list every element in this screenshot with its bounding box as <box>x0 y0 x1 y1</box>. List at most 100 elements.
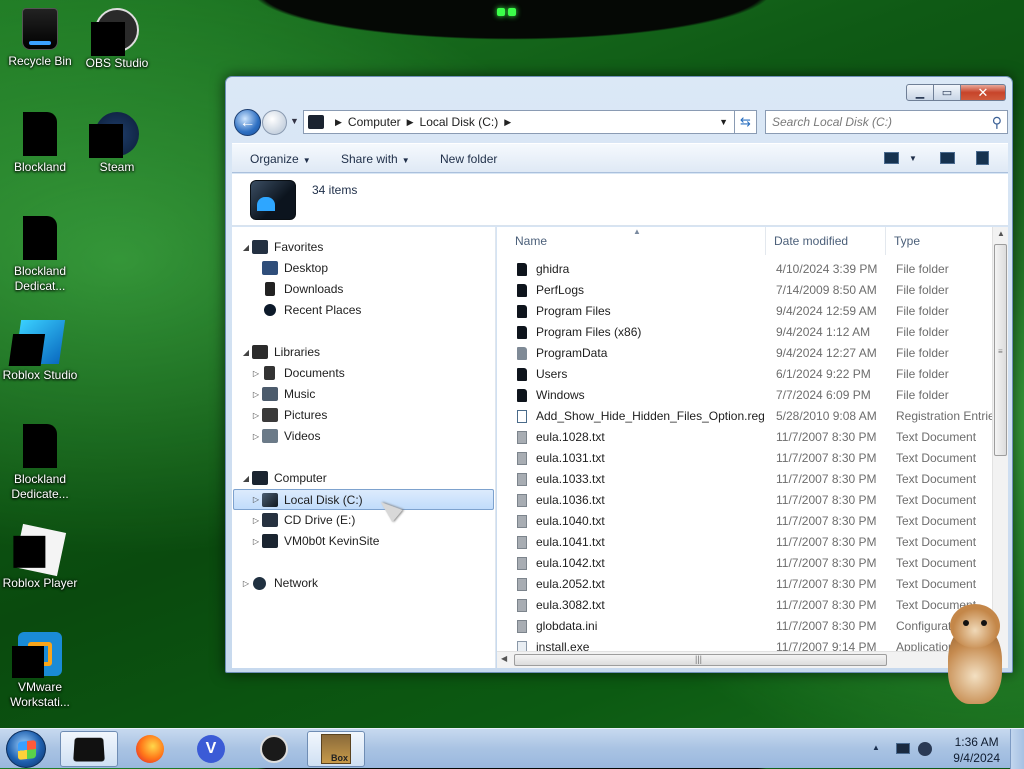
explorer-window[interactable]: ▁ ▭ ✕ ← ▼ ▶ Computer ▶ Local Disk (C:) ▶… <box>225 76 1013 673</box>
desktop-icon-blockland-dedicated[interactable]: Blockland Dedicat... <box>0 216 80 294</box>
nav-local-disk[interactable]: ▷ Local Disk (C:) <box>233 489 494 510</box>
collapse-icon[interactable]: ▷ <box>250 537 262 546</box>
forward-button[interactable] <box>262 110 287 135</box>
desktop-icon-blockland[interactable]: Blockland <box>0 112 80 175</box>
column-header-type[interactable]: Type <box>886 227 992 255</box>
scroll-up-icon[interactable]: ▲ <box>997 229 1005 238</box>
desktop-icon-recycle-bin[interactable]: Recycle Bin <box>0 8 80 69</box>
vertical-scrollbar[interactable]: ▲ ≡ <box>992 227 1008 668</box>
organize-button[interactable]: Organize ▼ <box>250 152 311 166</box>
folder-icon <box>517 368 527 381</box>
nav-favorites[interactable]: ◢ Favorites <box>240 240 323 254</box>
desktop-icon-vmware-workstation[interactable]: VMware Workstati... <box>0 632 80 710</box>
desktop-icon-blockland-dedicated-2[interactable]: Blockland Dedicate... <box>0 424 80 502</box>
file-row[interactable]: Program Files (x86) 9/4/2024 1:12 AM File … <box>497 322 992 343</box>
collapse-icon[interactable]: ▷ <box>250 411 262 420</box>
nav-desktop[interactable]: Desktop <box>262 261 328 275</box>
file-row[interactable]: Windows 7/7/2024 6:09 PM File folder <box>497 385 992 406</box>
desktop-icon-steam[interactable]: Steam <box>77 112 157 175</box>
nav-cd-drive[interactable]: ▷ CD Drive (E:) <box>250 513 355 527</box>
search-icon[interactable]: ⚲ <box>992 111 1002 133</box>
search-input[interactable]: Search Local Disk (C:) ⚲ <box>765 110 1008 134</box>
expand-icon[interactable]: ◢ <box>240 243 252 252</box>
taskbar-box-app[interactable]: Box <box>307 731 365 767</box>
nav-downloads[interactable]: Downloads <box>262 282 343 296</box>
nav-videos[interactable]: ▷ Videos <box>250 429 320 443</box>
minimize-button[interactable]: ▁ <box>906 84 934 101</box>
breadcrumb-chevron-icon[interactable]: ▶ <box>407 117 414 128</box>
address-bar[interactable]: ▶ Computer ▶ Local Disk (C:) ▶ ▼ <box>303 110 735 134</box>
change-view-icon[interactable] <box>884 152 899 164</box>
nav-recent-places[interactable]: Recent Places <box>262 303 361 317</box>
view-options-dropdown[interactable]: ▼ <box>909 154 917 163</box>
address-dropdown-icon[interactable]: ▼ <box>719 117 728 127</box>
preview-pane-icon[interactable] <box>940 152 955 164</box>
file-row[interactable]: eula.1041.txt 11/7/2007 8:30 PM Text Docum… <box>497 532 992 553</box>
show-desktop-button[interactable] <box>1010 729 1024 769</box>
file-icon <box>517 494 527 507</box>
file-date-modified: 6/1/2024 9:22 PM <box>776 367 871 381</box>
collapse-icon[interactable]: ▷ <box>250 516 262 525</box>
volume-icon[interactable] <box>918 742 932 756</box>
file-row[interactable]: ghidra 4/10/2024 3:39 PM File folder <box>497 259 992 280</box>
horizontal-scroll-thumb[interactable]: ||| <box>514 654 887 666</box>
nav-pictures[interactable]: ▷ Pictures <box>250 408 327 422</box>
breadcrumb-local-disk[interactable]: Local Disk (C:) <box>420 115 499 129</box>
nav-network[interactable]: ▷ Network <box>240 576 318 590</box>
file-row[interactable]: eula.1031.txt 11/7/2007 8:30 PM Text Docum… <box>497 448 992 469</box>
share-with-button[interactable]: Share with ▼ <box>341 152 410 166</box>
desktop-icon-obs-studio[interactable]: OBS Studio <box>77 8 157 71</box>
file-row[interactable]: eula.2052.txt 11/7/2007 8:30 PM Text Docum… <box>497 574 992 595</box>
file-row[interactable]: Program Files 9/4/2024 12:59 AM File folde… <box>497 301 992 322</box>
taskbar-explorer[interactable] <box>60 731 118 767</box>
breadcrumb-computer[interactable]: Computer <box>348 115 401 129</box>
file-row[interactable]: eula.1036.txt 11/7/2007 8:30 PM Text Docum… <box>497 490 992 511</box>
horizontal-scrollbar[interactable]: ◀ ||| <box>497 651 992 668</box>
file-row[interactable]: Add_Show_Hide_Hidden_Files_Option.reg 5/2… <box>497 406 996 427</box>
file-row[interactable]: eula.1028.txt 11/7/2007 8:30 PM Text Docum… <box>497 427 992 448</box>
close-button[interactable]: ✕ <box>961 84 1006 101</box>
recent-places-icon <box>264 304 276 316</box>
help-icon[interactable] <box>976 151 989 165</box>
organize-label: Organize <box>250 152 299 166</box>
nav-libraries[interactable]: ◢ Libraries <box>240 345 320 359</box>
nav-music[interactable]: ▷ Music <box>250 387 315 401</box>
file-row[interactable]: PerfLogs 7/14/2009 8:50 AM File folder <box>497 280 992 301</box>
file-row[interactable]: eula.3082.txt 11/7/2007 8:30 PM Text Docum… <box>497 595 992 616</box>
scroll-left-icon[interactable]: ◀ <box>501 654 507 663</box>
refresh-button[interactable]: ⇆ <box>735 110 757 134</box>
file-row[interactable]: eula.1033.txt 11/7/2007 8:30 PM Text Docum… <box>497 469 992 490</box>
start-button[interactable] <box>6 730 46 768</box>
file-row[interactable]: globdata.ini 11/7/2007 8:30 PM Configurati… <box>497 616 996 637</box>
desktop-icon-roblox-studio[interactable]: Roblox Studio <box>0 320 80 383</box>
collapse-icon[interactable]: ▷ <box>250 369 262 378</box>
network-status-icon[interactable] <box>896 743 910 754</box>
breadcrumb-chevron-icon[interactable]: ▶ <box>504 117 511 128</box>
nav-documents[interactable]: ▷ Documents <box>250 366 345 380</box>
maximize-button[interactable]: ▭ <box>934 84 961 101</box>
nav-network-drive[interactable]: ▷ VM0b0t KevinSite <box>250 534 379 548</box>
breadcrumb-chevron-icon[interactable]: ▶ <box>335 117 342 128</box>
collapse-icon[interactable]: ▷ <box>240 579 252 588</box>
nav-computer[interactable]: ◢ Computer <box>240 471 327 485</box>
recent-pages-dropdown[interactable]: ▼ <box>290 116 299 126</box>
taskbar-vivaldi[interactable]: V <box>182 731 240 767</box>
taskbar-obs[interactable] <box>245 731 303 767</box>
desktop-icon-roblox-player[interactable]: Roblox Player <box>0 523 80 591</box>
collapse-icon[interactable]: ▷ <box>250 432 262 441</box>
back-button[interactable]: ← <box>234 109 261 136</box>
collapse-icon[interactable]: ▷ <box>250 390 262 399</box>
taskbar-firefox[interactable] <box>121 731 179 767</box>
show-hidden-icons-icon[interactable]: ▲ <box>872 743 880 752</box>
column-header-date-modified[interactable]: Date modified <box>766 227 886 255</box>
new-folder-button[interactable]: New folder <box>440 152 497 166</box>
file-row[interactable]: ProgramData 9/4/2024 12:27 AM File folder <box>497 343 992 364</box>
file-row[interactable]: eula.1040.txt 11/7/2007 8:30 PM Text Docum… <box>497 511 992 532</box>
clock[interactable]: 1:36 AM 9/4/2024 <box>953 734 1000 766</box>
expand-icon[interactable]: ◢ <box>240 348 252 357</box>
vertical-scroll-thumb[interactable]: ≡ <box>994 244 1007 456</box>
file-row[interactable]: Users 6/1/2024 9:22 PM File folder <box>497 364 992 385</box>
collapse-icon[interactable]: ▷ <box>250 495 262 504</box>
file-row[interactable]: eula.1042.txt 11/7/2007 8:30 PM Text Docum… <box>497 553 992 574</box>
expand-icon[interactable]: ◢ <box>240 474 252 483</box>
